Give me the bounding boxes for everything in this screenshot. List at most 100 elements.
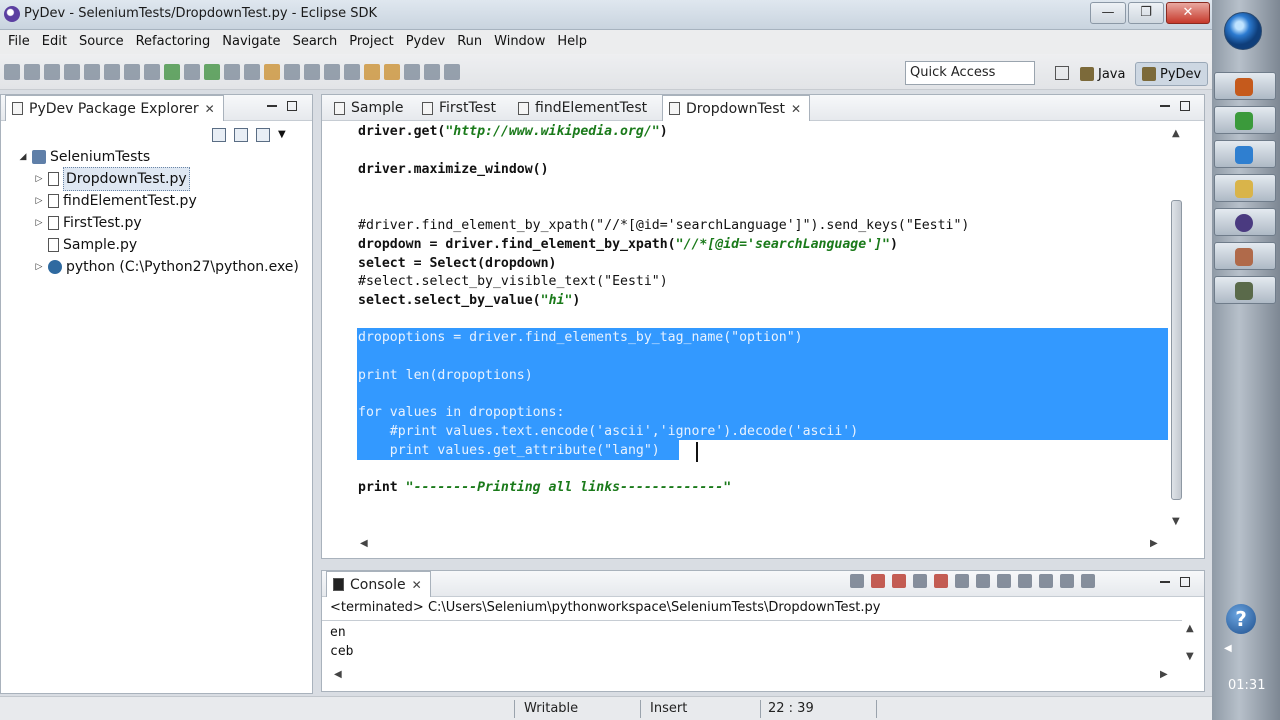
menu-pydev[interactable]: Pydev: [400, 31, 451, 53]
open-resource-icon[interactable]: [264, 64, 280, 80]
console-output[interactable]: en ceb ▲ ▼: [322, 620, 1194, 668]
scroll-right-icon[interactable]: ▶: [1150, 538, 1158, 549]
scroll-up-icon[interactable]: ▲: [1186, 623, 1194, 634]
print-icon[interactable]: [44, 64, 60, 80]
code-editor[interactable]: driver.get("http://www.wikipedia.org/") …: [322, 122, 1168, 532]
maximize-view-icon[interactable]: [1180, 101, 1190, 111]
close-icon[interactable]: ✕: [205, 97, 215, 121]
close-icon[interactable]: ✕: [791, 97, 801, 121]
menu-navigate[interactable]: Navigate: [216, 31, 286, 53]
annotation-icon[interactable]: [284, 64, 300, 80]
next-annotation-icon[interactable]: [324, 64, 340, 80]
taskbar-app-explorer[interactable]: [1214, 174, 1276, 202]
maximize-view-icon[interactable]: [1180, 577, 1190, 587]
tab-sample[interactable]: Sample: [328, 95, 412, 121]
close-icon[interactable]: ✕: [412, 573, 422, 597]
filter-icon[interactable]: [256, 128, 270, 142]
tab-console[interactable]: Console ✕: [326, 571, 431, 597]
scroll-down-icon[interactable]: ▼: [1186, 651, 1194, 662]
show-on-stdout-icon[interactable]: [997, 574, 1011, 588]
tray-expand-icon[interactable]: ◀: [1224, 643, 1232, 654]
scroll-left-icon[interactable]: ◀: [334, 669, 342, 680]
open-perspective-icon[interactable]: [1055, 66, 1069, 80]
clear-console-icon[interactable]: [934, 574, 948, 588]
close-button[interactable]: ✕: [1166, 2, 1210, 24]
expand-icon[interactable]: ▷: [34, 212, 44, 234]
word-wrap-icon[interactable]: [976, 574, 990, 588]
scroll-lock-icon[interactable]: [955, 574, 969, 588]
maximize-view-icon[interactable]: [287, 101, 297, 111]
taskbar-app-tool[interactable]: [1214, 276, 1276, 304]
tab-package-explorer[interactable]: PyDev Package Explorer ✕: [5, 95, 224, 121]
tree-node-dropdowntest[interactable]: ▷ DropdownTest.py: [18, 167, 299, 191]
menu-source[interactable]: Source: [73, 31, 130, 53]
external-tools-icon[interactable]: [184, 64, 200, 80]
view-menu-icon[interactable]: ▼: [278, 128, 292, 142]
last-edit-icon[interactable]: [424, 64, 440, 80]
debug-console-icon[interactable]: [913, 574, 927, 588]
tab-firsttest[interactable]: FirstTest: [416, 95, 504, 121]
maximize-button[interactable]: ❐: [1128, 2, 1164, 24]
save-icon[interactable]: [24, 64, 40, 80]
taskbar-app-paint[interactable]: [1214, 242, 1276, 270]
help-icon[interactable]: ?: [1226, 604, 1256, 634]
tree-node-project[interactable]: ◢ SeleniumTests: [18, 146, 299, 168]
remove-all-terminated-icon[interactable]: [892, 574, 906, 588]
display-console-icon[interactable]: [1060, 574, 1074, 588]
minimize-view-icon[interactable]: [267, 101, 277, 107]
collapse-all-icon[interactable]: [212, 128, 226, 142]
back-icon[interactable]: [364, 64, 380, 80]
tree-node-firsttest[interactable]: ▷ FirstTest.py: [18, 212, 299, 234]
taskbar-app-eclipse[interactable]: [1214, 208, 1276, 236]
scroll-up-icon[interactable]: ▲: [1172, 128, 1180, 139]
tree-node-sample[interactable]: Sample.py: [18, 234, 299, 256]
tree-node-findelementtest[interactable]: ▷ findElementTest.py: [18, 190, 299, 212]
menu-run[interactable]: Run: [451, 31, 488, 53]
toggle-icon[interactable]: [444, 64, 460, 80]
scroll-left-icon[interactable]: ◀: [360, 538, 368, 549]
taskbar-app-firefox[interactable]: [1214, 72, 1276, 100]
minimize-view-icon[interactable]: [1160, 577, 1170, 583]
console-horizontal-scrollbar[interactable]: ◀ ▶: [322, 668, 1182, 684]
taskbar-app-chrome[interactable]: [1214, 106, 1276, 134]
history-icon[interactable]: [404, 64, 420, 80]
expand-icon[interactable]: ▷: [34, 190, 44, 212]
search-icon[interactable]: [124, 64, 140, 80]
menu-refactoring[interactable]: Refactoring: [130, 31, 217, 53]
show-on-stderr-icon[interactable]: [1018, 574, 1032, 588]
perspective-java[interactable]: Java: [1080, 62, 1125, 86]
debug-icon[interactable]: [144, 64, 160, 80]
minimize-button[interactable]: —: [1090, 2, 1126, 24]
editor-horizontal-scrollbar[interactable]: ◀ ▶: [356, 536, 1162, 552]
tab-findelementtest[interactable]: findElementTest: [512, 95, 655, 121]
link-with-editor-icon[interactable]: [234, 128, 248, 142]
open-console-icon[interactable]: [1081, 574, 1095, 588]
taskbar-app-ie[interactable]: [1214, 140, 1276, 168]
editor-vertical-scrollbar[interactable]: ▲ ▼: [1168, 128, 1186, 528]
coverage-icon[interactable]: [204, 64, 220, 80]
terminate-icon[interactable]: [850, 574, 864, 588]
menu-search[interactable]: Search: [287, 31, 344, 53]
tab-dropdowntest[interactable]: DropdownTest ✕: [662, 95, 811, 121]
menu-window[interactable]: Window: [488, 31, 551, 53]
scroll-thumb[interactable]: [1171, 200, 1182, 500]
menu-edit[interactable]: Edit: [36, 31, 73, 53]
menu-help[interactable]: Help: [551, 31, 593, 53]
menu-project[interactable]: Project: [343, 31, 399, 53]
tree-node-python-interpreter[interactable]: ▷ python (C:\Python27\python.exe): [18, 256, 299, 278]
perspective-pydev[interactable]: PyDev: [1135, 62, 1209, 86]
open-type-icon[interactable]: [84, 64, 100, 80]
quick-access-input[interactable]: Quick Access: [905, 61, 1035, 85]
scroll-down-icon[interactable]: ▼: [1172, 516, 1180, 527]
start-button-icon[interactable]: [1224, 12, 1262, 50]
collapse-icon[interactable]: ◢: [18, 146, 28, 168]
expand-icon[interactable]: ▷: [34, 168, 44, 190]
scroll-right-icon[interactable]: ▶: [1160, 669, 1168, 680]
new-icon[interactable]: [4, 64, 20, 80]
new-project-icon[interactable]: [224, 64, 240, 80]
build-icon[interactable]: [104, 64, 120, 80]
minimize-view-icon[interactable]: [1160, 101, 1170, 107]
prev-annotation-icon[interactable]: [344, 64, 360, 80]
save-all-icon[interactable]: [64, 64, 80, 80]
remove-launch-icon[interactable]: [871, 574, 885, 588]
